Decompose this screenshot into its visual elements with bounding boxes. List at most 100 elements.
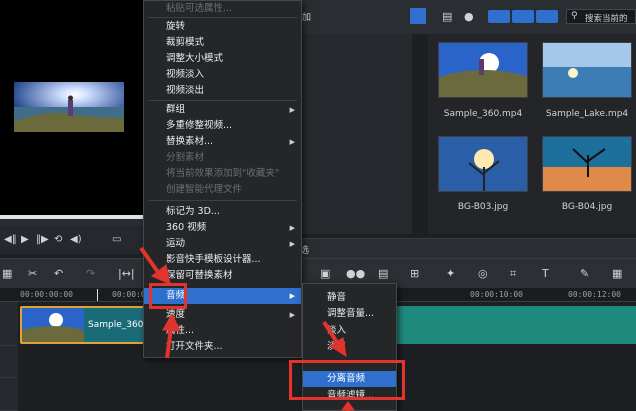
pin-icon[interactable] [410, 8, 426, 24]
menu-item-label: 运动 [166, 238, 186, 249]
thumbnail-label: BG-B03.jpg [457, 202, 509, 212]
text-3d-icon[interactable]: T [542, 267, 549, 280]
menu-item-label: 淡入 [327, 325, 347, 336]
paint-icon[interactable]: ✎ [580, 267, 589, 280]
submenu-arrow-icon: ▶ [289, 292, 295, 300]
tools-icon[interactable]: ✂ [28, 267, 37, 280]
clip-label: Sample_360.m [88, 320, 150, 330]
video-filter-icon[interactable] [488, 10, 510, 23]
menu-item-label: 打开文件夹... [166, 341, 223, 352]
annotation-box-split-audio [289, 360, 405, 400]
title-icon[interactable]: ▤ [378, 267, 388, 280]
undo-icon[interactable]: ↶ [54, 267, 63, 280]
menu-item-label: 调整大小模式 [166, 53, 224, 64]
search-input[interactable]: ⚲ 搜索当前的 [566, 9, 636, 24]
menu-item-crop-mode[interactable]: 裁剪模式 [144, 35, 301, 51]
submenu-arrow-icon: ▶ [289, 240, 295, 248]
menu-item-label: 保留可替换素材 [166, 270, 233, 281]
search-placeholder: 搜索当前的 [585, 14, 628, 24]
library-header-label: 加 [302, 13, 312, 23]
prev-clip-icon[interactable]: ◀‖ [4, 234, 17, 245]
submenu-arrow-icon: ▶ [289, 224, 295, 232]
menu-item-360-video[interactable]: 360 视频 ▶ [144, 220, 301, 236]
menu-item-open-folder[interactable]: 打开文件夹... [144, 339, 301, 355]
library-header: 加 ▤ ● ⚲ 搜索当前的 [302, 0, 636, 34]
menu-item-multi-trim[interactable]: 多重修整视频... [144, 118, 301, 134]
menu-item-label: 将当前效果添加到"收藏夹" [166, 168, 280, 179]
ruler-timecode: 00:00:00:00 [20, 290, 73, 299]
photo-filter-icon[interactable] [512, 10, 534, 23]
volume-icon[interactable]: ◀) [70, 234, 82, 245]
submenu-item-adjust-volume[interactable]: 调整音量... [303, 306, 396, 322]
menu-item-label: 分割素材 [166, 152, 205, 163]
menu-item-speed[interactable]: 速度 ▶ [144, 307, 301, 323]
play-icon[interactable]: ▶ [21, 234, 29, 245]
display-icon[interactable]: ▭ [112, 234, 121, 245]
thumbnail-label: Sample_360.mp4 [443, 109, 523, 119]
menu-item-label: 标记为 3D... [166, 206, 220, 217]
menu-separator [148, 100, 297, 101]
menu-item-label: 裁剪模式 [166, 37, 205, 48]
add-folder-icon[interactable]: ▤ [442, 10, 452, 23]
menu-item-label: 速度 [166, 309, 186, 320]
menu-item-mark-3d[interactable]: 标记为 3D... [144, 204, 301, 220]
submenu-item-mute[interactable]: 静音 [303, 290, 396, 306]
menu-item-label: 静音 [327, 292, 347, 303]
fit-icon[interactable]: |↔| [118, 267, 135, 280]
menu-item-video-fade-in[interactable]: 视频淡入 [144, 67, 301, 83]
grid-icon[interactable]: ▦ [612, 267, 622, 280]
menu-item-label: 创建智能代理文件 [166, 184, 243, 195]
audio-filter-icon[interactable] [536, 10, 558, 23]
storyboard-icon[interactable]: ▦ [2, 267, 12, 280]
menu-item-label: 旋转 [166, 21, 186, 32]
video-track-header[interactable] [0, 302, 18, 346]
thumbnail-bg-b03[interactable] [438, 136, 528, 192]
repeat-icon[interactable]: ⟲ [54, 234, 62, 245]
record-icon[interactable]: ● [464, 10, 474, 23]
menu-item-properties[interactable]: 属性... [144, 323, 301, 339]
menu-item-paste-attributes[interactable]: 粘贴可选属性... [144, 1, 301, 17]
thumbnail-sample-lake[interactable] [542, 42, 632, 98]
ruler-timecode: 00:00:12:00 [568, 290, 621, 299]
menu-item-label: 粘贴可选属性... [166, 3, 233, 14]
menu-item-create-proxy[interactable]: 创建智能代理文件 [144, 182, 301, 198]
menu-item-group[interactable]: 群组 ▶ [144, 102, 301, 118]
menu-item-label: 多重修整视频... [166, 120, 233, 131]
library-grid: Sample_360.mp4 Sample_Lake.mp4 BG-B03.jp… [428, 34, 636, 234]
ruler-timecode: 00:00:10:00 [470, 290, 523, 299]
preview-screen [0, 0, 143, 216]
menu-item-rotate[interactable]: 旋转 [144, 19, 301, 35]
redo-icon[interactable]: ↷ [86, 267, 95, 280]
menu-item-video-fade-out[interactable]: 视频淡出 [144, 83, 301, 99]
preview-scrubber[interactable] [0, 215, 143, 219]
thumbnail-bg-b04[interactable] [542, 136, 632, 192]
color-icon[interactable]: ●● [346, 267, 365, 280]
menu-item-resize-mode[interactable]: 调整大小模式 [144, 51, 301, 67]
crop-icon[interactable]: ⌗ [510, 267, 516, 281]
next-clip-icon[interactable]: ‖▶ [36, 234, 49, 245]
preview-panel [0, 0, 143, 226]
menu-item-template-designer[interactable]: 影音快手模板设计器... [144, 252, 301, 268]
menu-item-add-to-favorites[interactable]: 将当前效果添加到"收藏夹" [144, 166, 301, 182]
submenu-arrow-icon: ▶ [289, 106, 295, 114]
search-icon: ⚲ [571, 11, 578, 21]
motion-icon[interactable]: ✦ [446, 267, 455, 280]
title-track-header[interactable] [0, 378, 18, 411]
subtitle-icon[interactable]: ▣ [320, 267, 330, 280]
menu-item-label: 视频淡入 [166, 69, 205, 80]
mask-icon[interactable]: ◎ [478, 267, 488, 280]
submenu-item-fade-in[interactable]: 淡入 [303, 323, 396, 339]
menu-item-split-clip[interactable]: 分割素材 [144, 150, 301, 166]
menu-item-label: 属性... [166, 325, 195, 336]
menu-item-replace-clip[interactable]: 替换素材... ▶ [144, 134, 301, 150]
split-screen-icon[interactable]: ⊞ [410, 267, 419, 280]
overlay-track-header[interactable] [0, 346, 18, 378]
timeline-clip-tail[interactable] [396, 306, 636, 344]
menu-item-motion[interactable]: 运动 ▶ [144, 236, 301, 252]
playhead[interactable] [97, 289, 98, 301]
menu-item-keep-replaceable[interactable]: 保留可替换素材 [144, 268, 301, 284]
menu-item-label: 替换素材... [166, 136, 214, 147]
timeline-clip-sample-360[interactable]: Sample_360.m [20, 306, 150, 344]
submenu-item-fade-out[interactable]: 淡出 [303, 339, 396, 355]
thumbnail-sample-360[interactable] [438, 42, 528, 98]
